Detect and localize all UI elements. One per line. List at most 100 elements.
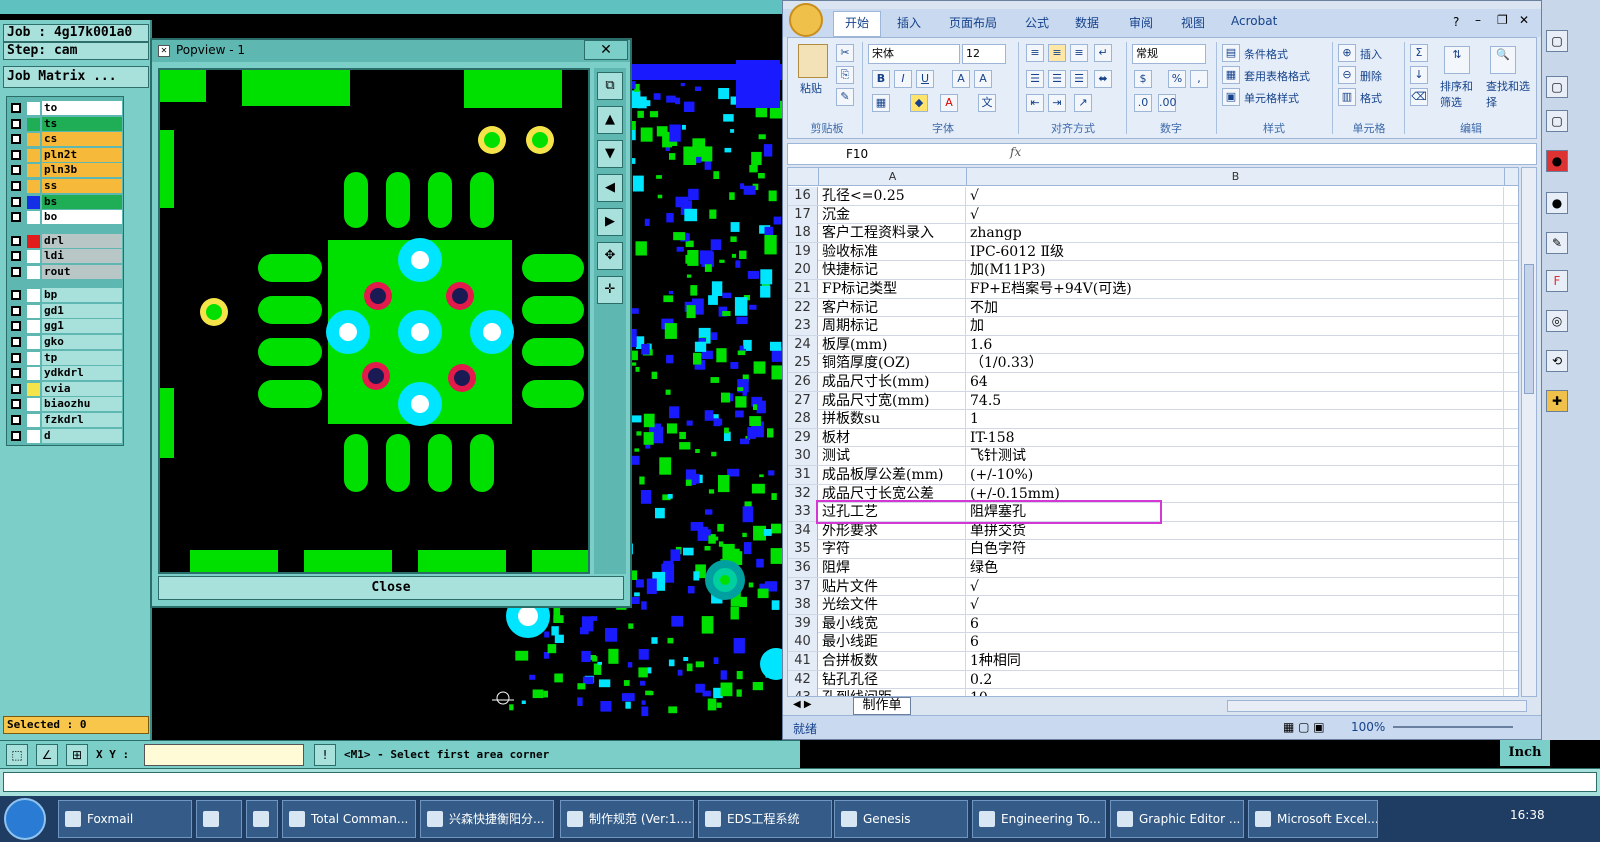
layer-checkbox[interactable] xyxy=(11,196,21,207)
orientation-icon[interactable]: ↗ xyxy=(1074,94,1092,112)
layer-name[interactable]: gg1 xyxy=(42,319,122,334)
currency-icon[interactable]: $ xyxy=(1134,70,1152,88)
layer-row[interactable]: tp xyxy=(9,350,123,366)
cell-b[interactable]: 加(M11P3) xyxy=(968,261,1504,280)
cell-b[interactable]: √ xyxy=(968,205,1504,224)
cell-a[interactable]: 测试 xyxy=(820,447,966,466)
layer-row[interactable]: gd1 xyxy=(9,303,123,319)
cell-b[interactable]: 飞针测试 xyxy=(968,447,1504,466)
find-select-icon[interactable]: 🔍 xyxy=(1490,46,1516,74)
cell-b[interactable]: 0.2 xyxy=(968,670,1504,689)
row-number[interactable]: 40 xyxy=(788,633,818,652)
shrink-font-icon[interactable]: A xyxy=(974,70,992,88)
cell-b[interactable]: √ xyxy=(968,577,1504,596)
sort-filter-button[interactable]: 排序和筛选 xyxy=(1440,78,1480,110)
cell-a[interactable]: 成品板厚公差(mm) xyxy=(820,466,966,484)
layer-row[interactable]: fzkdrl xyxy=(9,413,123,428)
column-header-a[interactable]: A xyxy=(819,168,967,186)
layer-checkbox[interactable] xyxy=(11,266,21,277)
taskbar-item[interactable]: 制作规范 (Ver:1.... xyxy=(560,800,694,838)
cell-a[interactable]: 铜箔厚度(OZ) xyxy=(820,354,966,373)
increase-indent-icon[interactable]: ⇥ xyxy=(1048,94,1066,112)
align-right-icon[interactable]: ☰ xyxy=(1070,70,1088,88)
increase-decimal-icon[interactable]: .0 xyxy=(1134,94,1152,112)
cell-b[interactable]: √ xyxy=(968,187,1504,205)
cell-b[interactable]: FP+E档案号+94V(可选) xyxy=(968,280,1504,298)
layer-row[interactable]: ss xyxy=(9,179,123,194)
help-icon[interactable]: ? xyxy=(1453,15,1459,29)
grow-font-icon[interactable]: A xyxy=(952,70,970,88)
cell-a[interactable]: 贴片文件 xyxy=(820,577,966,596)
scroll-thumb[interactable] xyxy=(1524,264,1534,394)
row-number[interactable]: 39 xyxy=(788,614,818,633)
tool-icon[interactable]: ● xyxy=(1546,192,1568,214)
spreadsheet-grid[interactable]: A B 16 孔径<=0.25 √ 17 沉金 √ 18 客户工程资料录入 zhangp 19 验收… xyxy=(787,167,1519,697)
office-button[interactable] xyxy=(789,3,823,37)
layer-color-swatch[interactable] xyxy=(27,117,40,131)
cell-b[interactable]: 10 xyxy=(968,689,1504,696)
row-number[interactable]: 28 xyxy=(788,410,818,429)
close-button[interactable]: Close xyxy=(158,576,624,600)
bold-icon[interactable]: B xyxy=(872,70,890,88)
number-format-select[interactable]: 常规 xyxy=(1132,44,1206,64)
row-number[interactable]: 34 xyxy=(788,521,818,540)
layer-color-swatch[interactable] xyxy=(27,398,40,412)
cell-a[interactable]: 光绘文件 xyxy=(820,596,966,615)
layer-name[interactable]: ts xyxy=(42,116,122,131)
layer-color-swatch[interactable] xyxy=(27,367,40,381)
pan-right-icon[interactable]: ▶ xyxy=(597,208,623,236)
layer-row[interactable]: cvia xyxy=(9,381,123,397)
font-color-icon[interactable]: A xyxy=(940,94,958,112)
layer-name[interactable]: bp xyxy=(42,288,122,303)
cell-b[interactable]: 不加 xyxy=(968,298,1504,317)
fill-icon[interactable]: ↓ xyxy=(1410,66,1428,84)
job-matrix-button[interactable]: Job Matrix ... xyxy=(3,66,149,88)
row-number[interactable]: 20 xyxy=(788,261,818,280)
align-top-icon[interactable]: ≡ xyxy=(1026,44,1044,62)
insert-cells-icon[interactable]: ⊕ xyxy=(1338,44,1356,62)
format-as-table-button[interactable]: 套用表格格式 xyxy=(1244,68,1310,84)
tool-icon[interactable]: ▢ xyxy=(1546,110,1568,132)
layer-checkbox[interactable] xyxy=(11,415,21,425)
layer-color-swatch[interactable] xyxy=(27,164,40,178)
cell-b[interactable]: 74.5 xyxy=(968,391,1504,410)
row-number[interactable]: 31 xyxy=(788,466,818,484)
row-number[interactable]: 19 xyxy=(788,242,818,261)
layer-checkbox[interactable] xyxy=(11,149,21,160)
cell-a[interactable]: 成品尺寸宽(mm) xyxy=(820,391,966,410)
align-left-icon[interactable]: ☰ xyxy=(1026,70,1044,88)
cell-a[interactable]: 板厚(mm) xyxy=(820,335,966,354)
cell-a[interactable]: 验收标准 xyxy=(820,242,966,261)
layer-checkbox[interactable] xyxy=(11,165,21,176)
layer-color-swatch[interactable] xyxy=(27,304,40,318)
cell-b[interactable]: 加 xyxy=(968,317,1504,336)
vertical-scrollbar[interactable] xyxy=(1521,167,1537,697)
row-number[interactable]: 42 xyxy=(788,670,818,689)
format-painter-icon[interactable]: ✎ xyxy=(836,88,854,106)
layer-checkbox[interactable] xyxy=(11,134,21,145)
layer-name[interactable]: gd1 xyxy=(42,303,122,318)
cell-b[interactable]: 单拼交货 xyxy=(968,521,1504,540)
layer-row[interactable]: gko xyxy=(9,335,123,350)
pan-left-icon[interactable]: ◀ xyxy=(597,174,623,202)
taskbar-item[interactable]: Microsoft Excel... xyxy=(1248,800,1378,838)
autosum-icon[interactable]: Σ xyxy=(1410,44,1428,62)
layer-checkbox[interactable] xyxy=(11,251,21,262)
cell-styles-icon[interactable]: ▣ xyxy=(1222,88,1240,106)
italic-icon[interactable]: I xyxy=(894,70,912,88)
layer-row[interactable]: pln3b xyxy=(9,163,123,178)
layer-name[interactable]: fzkdrl xyxy=(42,413,122,427)
layer-row[interactable]: pln2t xyxy=(9,147,123,163)
row-number[interactable]: 26 xyxy=(788,373,818,391)
cut-icon[interactable]: ✂ xyxy=(836,44,854,62)
layer-color-swatch[interactable] xyxy=(27,429,40,443)
layer-name[interactable]: cs xyxy=(42,132,122,147)
popview-titlebar[interactable]: ✕ Popview - 1 ✕ xyxy=(152,40,630,62)
layer-color-swatch[interactable] xyxy=(27,414,40,427)
tab-insert[interactable]: 插入 xyxy=(897,14,921,31)
grid-icon[interactable]: ⊞ xyxy=(66,744,88,766)
taskbar-item[interactable]: Genesis xyxy=(834,800,968,838)
layer-color-swatch[interactable] xyxy=(27,265,40,279)
cell-a[interactable]: 阻焊 xyxy=(820,559,966,577)
layer-color-swatch[interactable] xyxy=(27,351,40,365)
